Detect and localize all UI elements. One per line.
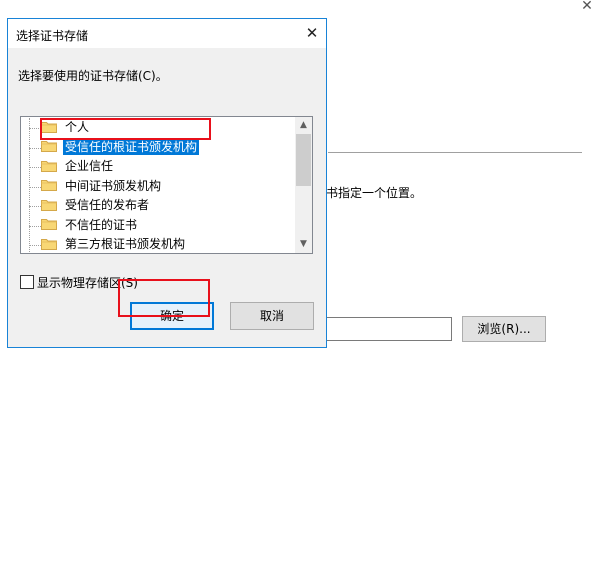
folder-icon (41, 238, 57, 250)
tree-item[interactable]: 不信任的证书 (21, 216, 297, 236)
wizard-instruction-text: 书指定一个位置。 (326, 186, 423, 200)
cancel-button[interactable]: 取消 (230, 302, 314, 330)
wizard-close-icon[interactable]: ✕ (578, 0, 596, 14)
tree-item-label: 第三方根证书颁发机构 (65, 237, 186, 251)
folder-icon (41, 219, 57, 230)
tree-item[interactable]: 第三方根证书颁发机构 (21, 235, 297, 252)
tree-item-label: 中间证书颁发机构 (65, 178, 162, 193)
selected-item-highlight-box (40, 118, 211, 140)
tree-item-label: 不信任的证书 (65, 217, 138, 232)
tree-connector (29, 245, 41, 246)
scroll-down-arrow-icon[interactable]: ▼ (295, 236, 312, 253)
dialog-title: 选择证书存储 (16, 29, 89, 43)
tree-connector (29, 147, 41, 149)
tree-item[interactable]: 受信任的发布者 (21, 196, 297, 216)
dialog-titlebar: 选择证书存储 ✕ (8, 19, 326, 48)
scroll-thumb[interactable] (296, 134, 311, 186)
tree-connector (29, 206, 41, 207)
folder-icon (41, 160, 57, 172)
browse-button[interactable]: 浏览(R)... (462, 316, 546, 342)
tree-item[interactable]: 中间证书颁发机构 (21, 177, 297, 197)
tree-connector (29, 225, 41, 227)
store-prompt-label: 选择要使用的证书存储(C)。 (18, 69, 168, 83)
show-physical-stores-checkbox[interactable] (20, 274, 34, 289)
tree-item-label: 受信任的发布者 (65, 198, 150, 212)
tree-item[interactable]: 受信任的根证书颁发机构 (21, 138, 297, 158)
tree-item[interactable]: 企业信任 (21, 157, 297, 177)
tree-item-label: 受信任的根证书颁发机构 (63, 139, 200, 155)
folder-icon (41, 180, 57, 191)
scroll-up-arrow-icon[interactable]: ▲ (295, 117, 312, 134)
tree-scrollbar[interactable]: ▲ ▼ (295, 117, 312, 253)
tree-connector (29, 186, 41, 188)
tree-item-label: 企业信任 (65, 159, 114, 173)
folder-icon (41, 141, 57, 152)
close-icon[interactable]: ✕ (302, 23, 322, 43)
ok-button-highlight-box (118, 279, 210, 317)
folder-icon (41, 199, 57, 211)
certificate-store-path-input[interactable] (326, 317, 452, 341)
tree-connector (29, 167, 41, 168)
wizard-header-divider (328, 152, 582, 153)
